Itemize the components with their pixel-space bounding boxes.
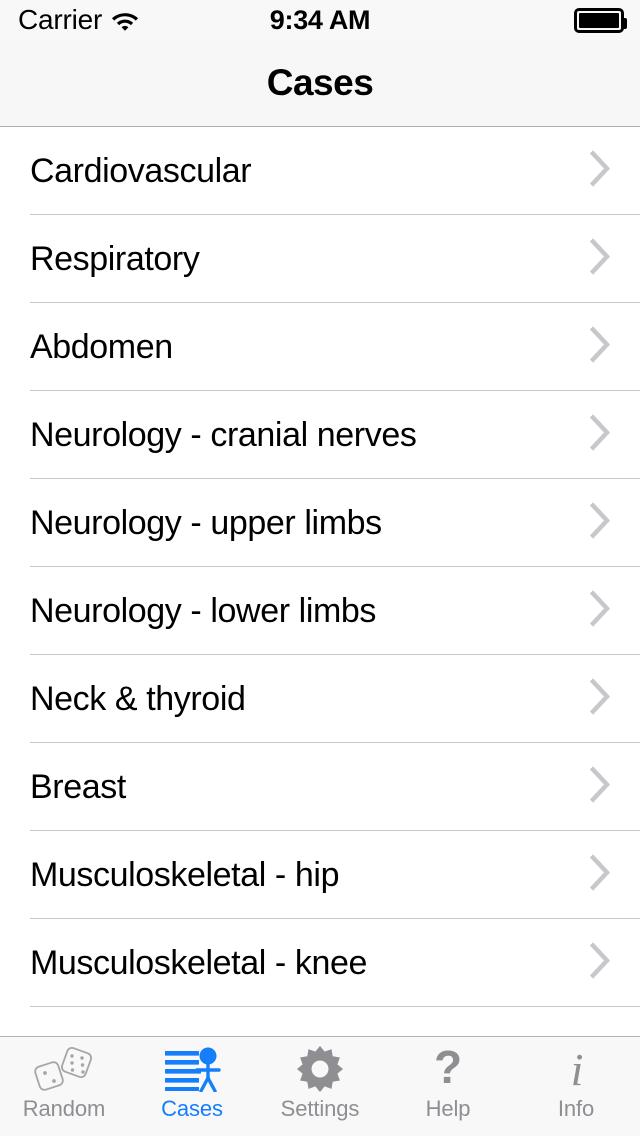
chevron-right-icon (589, 150, 612, 192)
battery-level-fill (579, 12, 619, 28)
dice-icon (34, 1043, 94, 1095)
list-item[interactable]: Cardiovascular (0, 127, 640, 215)
list-item[interactable]: Neurology - lower limbs (0, 567, 640, 655)
tab-help[interactable]: ? Help (384, 1037, 512, 1136)
tab-label: Info (557, 1096, 595, 1121)
list-item[interactable]: Neurology - upper limbs (0, 479, 640, 567)
chevron-right-icon (589, 678, 612, 720)
battery-full-icon (574, 7, 627, 33)
list-item-label: Cardiovascular (30, 152, 252, 190)
tab-random[interactable]: Random (0, 1037, 128, 1136)
chevron-right-icon (589, 326, 612, 368)
list-item-label: Breast (30, 768, 126, 806)
status-bar-time: 9:34 AM (269, 4, 371, 35)
info-i-icon: i (560, 1043, 592, 1095)
chevron-right-icon (589, 766, 612, 808)
page-title: Cases (266, 62, 374, 103)
tab-label: Settings (280, 1096, 360, 1121)
list-item-label: Musculoskeletal - knee (30, 944, 368, 982)
list-item-label: Musculoskeletal - hip (30, 856, 340, 894)
list-item-label: Respiratory (30, 240, 200, 278)
status-bar: Carrier 9:34 AM (0, 0, 640, 40)
chevron-right-icon (589, 502, 612, 544)
list-item[interactable]: Abdomen (0, 303, 640, 391)
chevron-right-icon (589, 942, 612, 984)
list-item-label: Neurology - lower limbs (30, 592, 377, 630)
svg-text:i: i (571, 1045, 584, 1093)
list-item[interactable]: Musculoskeletal - knee (0, 919, 640, 1007)
list-item-label: Neurology - upper limbs (30, 504, 382, 542)
tab-cases[interactable]: Cases (128, 1037, 256, 1136)
chevron-right-icon (589, 590, 612, 632)
tab-settings[interactable]: Settings (256, 1037, 384, 1136)
chevron-right-icon (589, 414, 612, 456)
tab-label: Random (22, 1096, 106, 1121)
chevron-right-icon (589, 238, 612, 280)
list-item-label: Abdomen (30, 328, 173, 366)
battery-cap (623, 17, 627, 29)
list-separator (30, 1006, 640, 1007)
list-item[interactable]: Musculoskeletal - hip (0, 831, 640, 919)
question-mark-icon: ? (428, 1043, 468, 1095)
case-list: Cardiovascular Respiratory Abdomen Neurolog… (0, 127, 640, 1035)
tab-bar: Random Cases Settings? Help i Info (0, 1036, 640, 1136)
tab-label: Cases (161, 1096, 223, 1121)
cases-icon (163, 1043, 221, 1095)
list-item[interactable]: Neck & thyroid (0, 655, 640, 743)
chevron-right-icon (589, 854, 612, 896)
tab-label: Help (425, 1096, 471, 1121)
navigation-bar: Cases (0, 40, 640, 127)
status-bar-right (574, 0, 627, 40)
list-item[interactable]: Breast (0, 743, 640, 831)
svg-text:?: ? (434, 1045, 462, 1093)
list-item[interactable]: Neurology - cranial nerves (0, 391, 640, 479)
tab-info[interactable]: i Info (512, 1037, 640, 1136)
list-item-label: Neck & thyroid (30, 680, 246, 718)
gear-icon (296, 1043, 344, 1095)
list-item-label: Neurology - cranial nerves (30, 416, 417, 454)
list-item[interactable]: Respiratory (0, 215, 640, 303)
